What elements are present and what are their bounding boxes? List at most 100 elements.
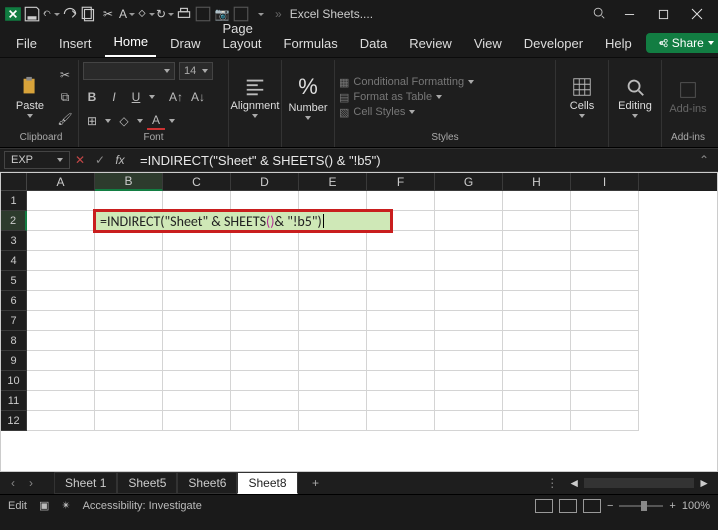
cell[interactable] bbox=[299, 371, 367, 391]
cell[interactable] bbox=[503, 231, 571, 251]
share-button[interactable]: Share bbox=[646, 33, 718, 53]
row-5[interactable]: 5 bbox=[1, 271, 27, 291]
sheet-tab-active[interactable]: Sheet8 bbox=[237, 472, 297, 494]
filter-qat-icon[interactable] bbox=[194, 3, 212, 25]
format-as-table-button[interactable]: ▤Format as Table bbox=[339, 91, 474, 104]
zoom-level[interactable]: 100% bbox=[682, 500, 710, 512]
cell[interactable] bbox=[571, 311, 639, 331]
fx-icon[interactable]: fx bbox=[110, 153, 130, 167]
cell[interactable] bbox=[503, 211, 571, 231]
cell[interactable] bbox=[27, 191, 95, 211]
tab-next-icon[interactable]: › bbox=[22, 476, 40, 490]
cell[interactable] bbox=[163, 351, 231, 371]
cell[interactable] bbox=[503, 271, 571, 291]
expand-formula-bar-icon[interactable]: ⌃ bbox=[694, 153, 714, 167]
grow-font-icon[interactable]: A↑ bbox=[167, 88, 185, 106]
print-icon[interactable] bbox=[175, 3, 193, 25]
cell[interactable] bbox=[435, 251, 503, 271]
menu-data[interactable]: Data bbox=[352, 32, 395, 57]
bold-icon[interactable]: B bbox=[83, 88, 101, 106]
tab-prev-icon[interactable]: ‹ bbox=[4, 476, 22, 490]
cell[interactable] bbox=[367, 411, 435, 431]
copy-ribbon-icon[interactable]: ⧉ bbox=[56, 88, 74, 106]
cell[interactable] bbox=[367, 351, 435, 371]
redo-icon[interactable] bbox=[61, 3, 79, 25]
font-name-combo[interactable] bbox=[83, 62, 175, 80]
formula-input[interactable]: =INDIRECT("Sheet" & SHEETS() & "!b5") bbox=[130, 153, 694, 168]
cell[interactable] bbox=[299, 331, 367, 351]
cell[interactable] bbox=[367, 371, 435, 391]
cell[interactable] bbox=[163, 271, 231, 291]
cell[interactable] bbox=[27, 331, 95, 351]
cell[interactable] bbox=[95, 391, 163, 411]
cell[interactable] bbox=[231, 271, 299, 291]
cell[interactable] bbox=[231, 191, 299, 211]
cell[interactable] bbox=[367, 331, 435, 351]
select-all-corner[interactable] bbox=[1, 173, 27, 191]
cell[interactable] bbox=[95, 251, 163, 271]
cell-styles-button[interactable]: ▧Cell Styles bbox=[339, 106, 474, 119]
normal-view-icon[interactable] bbox=[535, 499, 553, 513]
redo2-icon[interactable]: ↻ bbox=[156, 3, 174, 25]
close-button[interactable] bbox=[680, 0, 714, 28]
cell[interactable] bbox=[435, 271, 503, 291]
cell[interactable] bbox=[231, 291, 299, 311]
cell[interactable] bbox=[367, 191, 435, 211]
macro-record-icon[interactable]: ▣ bbox=[39, 499, 49, 512]
cell[interactable] bbox=[163, 371, 231, 391]
cell[interactable] bbox=[571, 371, 639, 391]
cell[interactable] bbox=[503, 371, 571, 391]
menu-file[interactable]: File bbox=[8, 32, 45, 57]
cut-icon[interactable]: ✂ bbox=[99, 3, 117, 25]
cell[interactable] bbox=[571, 271, 639, 291]
cell[interactable] bbox=[27, 251, 95, 271]
menu-formulas[interactable]: Formulas bbox=[276, 32, 346, 57]
cell[interactable] bbox=[571, 211, 639, 231]
row-7[interactable]: 7 bbox=[1, 311, 27, 331]
cell[interactable] bbox=[571, 191, 639, 211]
row-9[interactable]: 9 bbox=[1, 351, 27, 371]
menu-help[interactable]: Help bbox=[597, 32, 640, 57]
cell[interactable] bbox=[299, 231, 367, 251]
row-6[interactable]: 6 bbox=[1, 291, 27, 311]
cell[interactable] bbox=[367, 271, 435, 291]
cell[interactable] bbox=[231, 231, 299, 251]
menu-draw[interactable]: Draw bbox=[162, 32, 208, 57]
sheet-tab[interactable]: Sheet5 bbox=[117, 472, 177, 494]
cell[interactable] bbox=[231, 391, 299, 411]
col-H[interactable]: H bbox=[503, 173, 571, 191]
cell[interactable] bbox=[503, 251, 571, 271]
sheet-tab[interactable]: Sheet 1 bbox=[54, 472, 117, 494]
cell[interactable] bbox=[299, 191, 367, 211]
cell[interactable] bbox=[367, 251, 435, 271]
cell[interactable] bbox=[95, 231, 163, 251]
cell[interactable] bbox=[231, 411, 299, 431]
alignment-button[interactable]: Alignment bbox=[233, 68, 277, 126]
menu-view[interactable]: View bbox=[466, 32, 510, 57]
cell[interactable] bbox=[571, 231, 639, 251]
zoom-out-icon[interactable]: − bbox=[607, 500, 613, 512]
undo-icon[interactable] bbox=[42, 3, 60, 25]
cell[interactable] bbox=[299, 411, 367, 431]
cell[interactable] bbox=[435, 291, 503, 311]
row-1[interactable]: 1 bbox=[1, 191, 27, 211]
cell[interactable] bbox=[435, 351, 503, 371]
row-12[interactable]: 12 bbox=[1, 411, 27, 431]
menu-developer[interactable]: Developer bbox=[516, 32, 591, 57]
col-F[interactable]: F bbox=[367, 173, 435, 191]
zoom-slider[interactable] bbox=[619, 505, 663, 507]
row-11[interactable]: 11 bbox=[1, 391, 27, 411]
horizontal-scrollbar[interactable]: ◄► bbox=[568, 476, 710, 490]
active-cell-editor[interactable]: =INDIRECT("Sheet" & SHEETS() & "!b5") bbox=[93, 209, 393, 233]
cell[interactable] bbox=[163, 411, 231, 431]
italic-icon[interactable]: I bbox=[105, 88, 123, 106]
row-10[interactable]: 10 bbox=[1, 371, 27, 391]
cell[interactable] bbox=[163, 231, 231, 251]
fill-color-icon[interactable]: ◇ bbox=[115, 112, 133, 130]
menu-home[interactable]: Home bbox=[105, 30, 156, 57]
cell[interactable] bbox=[231, 251, 299, 271]
col-A[interactable]: A bbox=[27, 173, 95, 191]
cell[interactable] bbox=[571, 411, 639, 431]
cell[interactable] bbox=[27, 271, 95, 291]
cell[interactable] bbox=[27, 291, 95, 311]
